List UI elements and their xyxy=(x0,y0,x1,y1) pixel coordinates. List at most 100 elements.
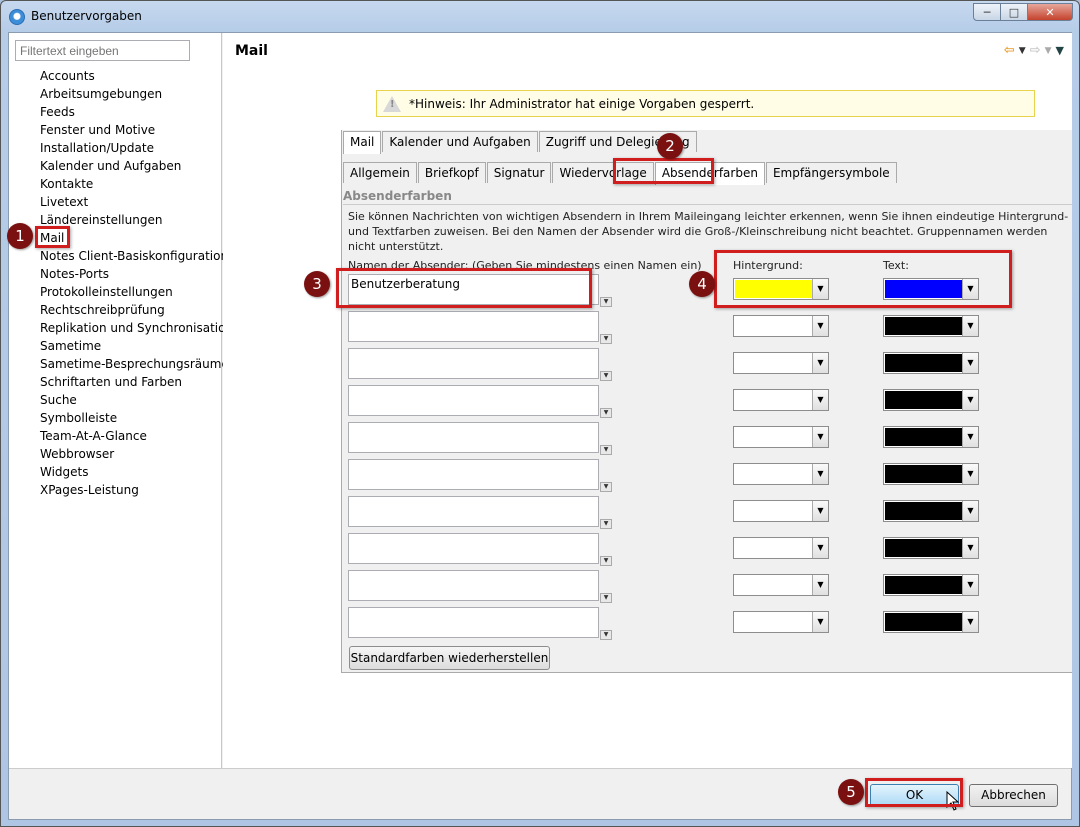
sender-name-field[interactable] xyxy=(348,459,599,490)
text-color-combo[interactable]: ▼ xyxy=(883,463,979,485)
primary-tab[interactable]: Mail xyxy=(343,131,382,154)
sender-name-dropdown-icon[interactable]: ▼ xyxy=(600,519,612,529)
sender-name-dropdown-icon[interactable]: ▼ xyxy=(600,371,612,381)
sender-name-field[interactable] xyxy=(348,570,599,601)
secondary-tab[interactable]: Briefkopf xyxy=(417,162,486,183)
forward-dropdown-icon[interactable]: ▼ xyxy=(1045,46,1052,56)
category-item[interactable]: Notes Client-Basiskonfiguration xyxy=(40,247,233,265)
secondary-tab[interactable]: Signatur xyxy=(486,162,552,183)
text-color-combo[interactable]: ▼ xyxy=(883,426,979,448)
category-item[interactable]: Schriftarten und Farben xyxy=(40,373,233,391)
category-item[interactable]: Kontakte xyxy=(40,175,233,193)
background-color-combo[interactable]: ▼ xyxy=(733,426,829,448)
forward-arrow-icon[interactable]: ⇨ xyxy=(1030,43,1041,58)
sender-name-field[interactable] xyxy=(348,607,599,638)
sender-name-dropdown-icon[interactable]: ▼ xyxy=(600,408,612,418)
chevron-down-icon[interactable]: ▼ xyxy=(812,353,828,373)
cancel-button[interactable]: Abbrechen xyxy=(969,784,1058,807)
text-color-combo[interactable]: ▼ xyxy=(883,315,979,337)
filter-input[interactable] xyxy=(15,40,190,61)
close-button[interactable]: ✕ xyxy=(1027,3,1073,21)
sender-name-dropdown-icon[interactable]: ▼ xyxy=(600,482,612,492)
category-item[interactable]: Notes-Ports xyxy=(40,265,233,283)
category-item[interactable]: Sametime xyxy=(40,337,233,355)
text-color-combo[interactable]: ▼ xyxy=(883,574,979,596)
text-color-combo[interactable]: ▼ xyxy=(883,389,979,411)
background-color-combo[interactable]: ▼ xyxy=(733,315,829,337)
background-color-combo[interactable]: ▼ xyxy=(733,389,829,411)
category-item[interactable]: Arbeitsumgebungen xyxy=(40,85,233,103)
category-item[interactable]: Feeds xyxy=(40,103,233,121)
text-color-combo[interactable]: ▼ xyxy=(883,537,979,559)
category-item[interactable]: Accounts xyxy=(40,67,233,85)
view-menu-icon[interactable]: ▼ xyxy=(1056,44,1064,57)
preferences-window: Benutzervorgaben ─ □ ✕ AccountsArbeitsum… xyxy=(0,0,1080,827)
sender-name-field[interactable] xyxy=(348,422,599,453)
sender-name-field[interactable] xyxy=(348,533,599,564)
back-dropdown-icon[interactable]: ▼ xyxy=(1019,46,1026,56)
sender-name-field[interactable] xyxy=(348,385,599,416)
sender-name-dropdown-icon[interactable]: ▼ xyxy=(600,445,612,455)
background-color-combo[interactable]: ▼ xyxy=(733,463,829,485)
text-color-combo[interactable]: ▼ xyxy=(883,611,979,633)
background-color-combo[interactable]: ▼ xyxy=(733,352,829,374)
chevron-down-icon[interactable]: ▼ xyxy=(812,612,828,632)
color-swatch xyxy=(735,391,812,409)
secondary-tab[interactable]: Allgemein xyxy=(343,162,417,183)
text-color-combo[interactable]: ▼ xyxy=(883,500,979,522)
minimize-button[interactable]: ─ xyxy=(973,3,1001,21)
restore-defaults-button[interactable]: Standardfarben wiederherstellen xyxy=(349,646,550,670)
category-item[interactable]: Symbolleiste xyxy=(40,409,233,427)
chevron-down-icon[interactable]: ▼ xyxy=(962,501,978,521)
sender-name-dropdown-icon[interactable]: ▼ xyxy=(600,334,612,344)
category-item[interactable]: XPages-Leistung xyxy=(40,481,233,499)
maximize-button[interactable]: □ xyxy=(1000,3,1028,21)
sender-name-field[interactable] xyxy=(348,348,599,379)
category-item[interactable]: Team-At-A-Glance xyxy=(40,427,233,445)
category-item[interactable]: Sametime-Besprechungsräume xyxy=(40,355,233,373)
chevron-down-icon[interactable]: ▼ xyxy=(962,316,978,336)
category-item[interactable]: Webbrowser xyxy=(40,445,233,463)
chevron-down-icon[interactable]: ▼ xyxy=(962,538,978,558)
chevron-down-icon[interactable]: ▼ xyxy=(812,538,828,558)
background-color-combo[interactable]: ▼ xyxy=(733,574,829,596)
chevron-down-icon[interactable]: ▼ xyxy=(962,612,978,632)
step-marker-3: 3 xyxy=(304,271,330,297)
category-item[interactable]: Installation/Update xyxy=(40,139,233,157)
category-item[interactable]: Kalender und Aufgaben xyxy=(40,157,233,175)
chevron-down-icon[interactable]: ▼ xyxy=(812,316,828,336)
chevron-down-icon[interactable]: ▼ xyxy=(812,390,828,410)
category-item[interactable]: Protokolleinstellungen xyxy=(40,283,233,301)
sender-name-dropdown-icon[interactable]: ▼ xyxy=(600,556,612,566)
chevron-down-icon[interactable]: ▼ xyxy=(962,353,978,373)
chevron-down-icon[interactable]: ▼ xyxy=(812,464,828,484)
category-item[interactable]: Suche xyxy=(40,391,233,409)
sender-name-field[interactable] xyxy=(348,496,599,527)
chevron-down-icon[interactable]: ▼ xyxy=(962,464,978,484)
primary-tab[interactable]: Kalender und Aufgaben xyxy=(382,131,538,152)
chevron-down-icon[interactable]: ▼ xyxy=(812,575,828,595)
category-item[interactable]: Fenster und Motive xyxy=(40,121,233,139)
background-color-combo[interactable]: ▼ xyxy=(733,500,829,522)
chevron-down-icon[interactable]: ▼ xyxy=(962,390,978,410)
chevron-down-icon[interactable]: ▼ xyxy=(962,575,978,595)
category-item[interactable]: Widgets xyxy=(40,463,233,481)
sender-name-dropdown-icon[interactable]: ▼ xyxy=(600,593,612,603)
section-title: Absenderfarben xyxy=(343,189,452,203)
back-arrow-icon[interactable]: ⇦ xyxy=(1004,43,1015,58)
chevron-down-icon[interactable]: ▼ xyxy=(812,427,828,447)
text-color-combo[interactable]: ▼ xyxy=(883,352,979,374)
secondary-tab[interactable]: Empfängersymbole xyxy=(765,162,897,183)
chevron-down-icon[interactable]: ▼ xyxy=(962,427,978,447)
background-color-combo[interactable]: ▼ xyxy=(733,537,829,559)
category-item[interactable]: Rechtschreibprüfung xyxy=(40,301,233,319)
color-swatch xyxy=(885,465,962,483)
background-color-combo[interactable]: ▼ xyxy=(733,611,829,633)
highlight-colors xyxy=(714,250,1012,308)
sender-name-dropdown-icon[interactable]: ▼ xyxy=(600,297,612,307)
sender-name-dropdown-icon[interactable]: ▼ xyxy=(600,630,612,640)
sender-name-field[interactable] xyxy=(348,311,599,342)
category-item[interactable]: Replikation und Synchronisation xyxy=(40,319,233,337)
category-item[interactable]: Livetext xyxy=(40,193,233,211)
chevron-down-icon[interactable]: ▼ xyxy=(812,501,828,521)
